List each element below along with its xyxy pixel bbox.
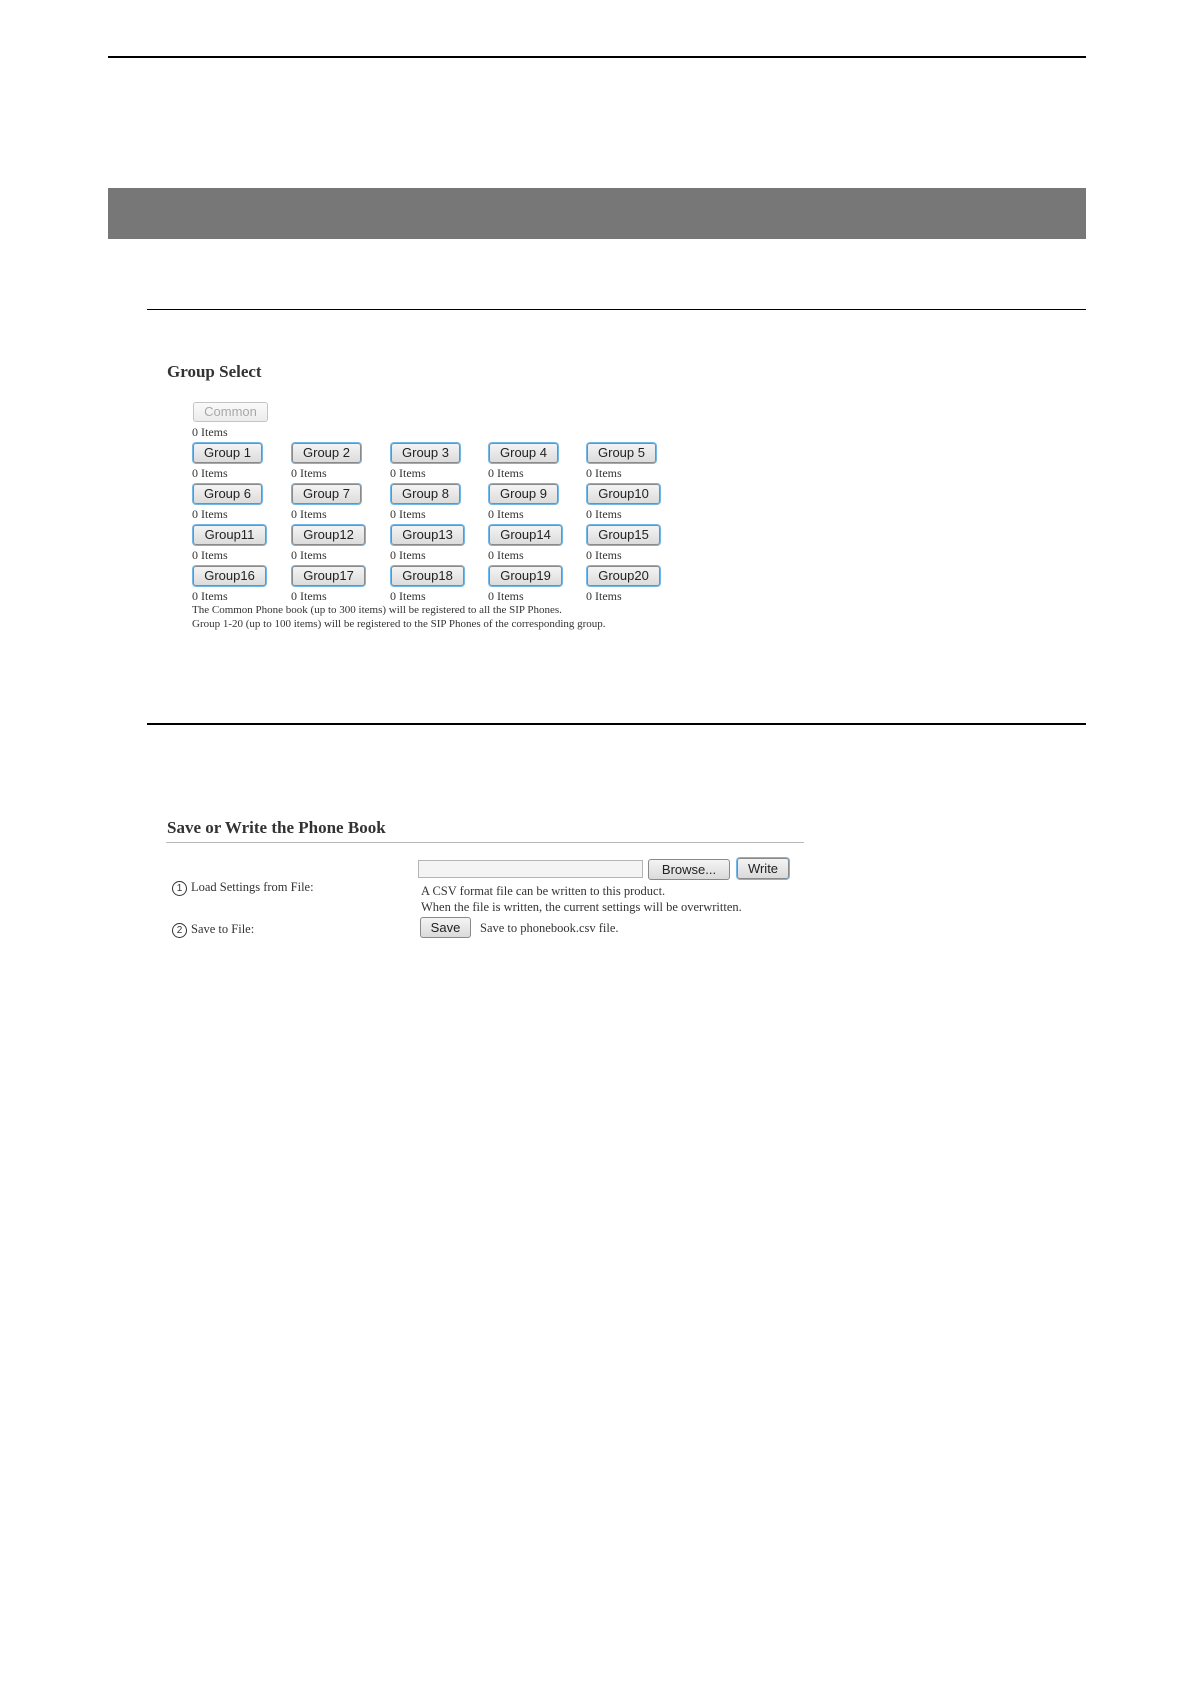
phone-book-title: Save or Write the Phone Book [167, 818, 386, 837]
common-count: 0 Items [192, 425, 228, 439]
page-top-rule [108, 56, 1086, 58]
browse-button[interactable]: Browse... [648, 859, 730, 880]
group-count-9: 0 Items [488, 507, 524, 521]
save-description: Save to phonebook.csv file. [480, 921, 619, 935]
group-count-13: 0 Items [390, 548, 426, 562]
group-count-11: 0 Items [192, 548, 228, 562]
group-count-4: 0 Items [488, 466, 524, 480]
group-button-16[interactable]: Group16 [193, 566, 266, 586]
load-settings-label: 1 Load Settings from File: [172, 880, 314, 896]
common-button[interactable]: Common [193, 402, 268, 422]
write-button[interactable]: Write [737, 858, 789, 879]
group-button-2[interactable]: Group 2 [292, 443, 361, 463]
group-count-7: 0 Items [291, 507, 327, 521]
group-count-6: 0 Items [192, 507, 228, 521]
save-button[interactable]: Save [420, 917, 471, 938]
load-description-1: A CSV format file can be written to this… [421, 884, 666, 898]
group-button-19[interactable]: Group19 [489, 566, 562, 586]
group-count-2: 0 Items [291, 466, 327, 480]
save-to-file-label: 2 Save to File: [172, 922, 254, 938]
group-count-17: 0 Items [291, 589, 327, 603]
group-note: Group 1-20 (up to 100 items) will be reg… [192, 618, 606, 630]
group-count-10: 0 Items [586, 507, 622, 521]
group-button-5[interactable]: Group 5 [587, 443, 656, 463]
common-note: The Common Phone book (up to 300 items) … [192, 604, 562, 616]
file-path-input[interactable] [418, 860, 643, 878]
group-button-7[interactable]: Group 7 [292, 484, 361, 504]
group-button-11[interactable]: Group11 [193, 525, 266, 545]
group-count-18: 0 Items [390, 589, 426, 603]
section-header-bar [108, 188, 1086, 239]
group-button-17[interactable]: Group17 [292, 566, 365, 586]
group-count-15: 0 Items [586, 548, 622, 562]
group-count-20: 0 Items [586, 589, 622, 603]
group-button-3[interactable]: Group 3 [391, 443, 460, 463]
group-button-10[interactable]: Group10 [587, 484, 660, 504]
group-button-8[interactable]: Group 8 [391, 484, 460, 504]
group-count-19: 0 Items [488, 589, 524, 603]
group-count-14: 0 Items [488, 548, 524, 562]
step-number-2: 2 [172, 923, 187, 938]
group-button-1[interactable]: Group 1 [193, 443, 262, 463]
save-to-file-text: Save to File: [191, 922, 255, 936]
section-rule-2 [147, 723, 1086, 725]
group-button-18[interactable]: Group18 [391, 566, 464, 586]
group-button-14[interactable]: Group14 [489, 525, 562, 545]
group-count-8: 0 Items [390, 507, 426, 521]
section-rule-1 [147, 309, 1086, 310]
step-number-1: 1 [172, 881, 187, 896]
load-description-2: When the file is written, the current se… [421, 900, 742, 914]
group-count-3: 0 Items [390, 466, 426, 480]
group-button-12[interactable]: Group12 [292, 525, 365, 545]
group-button-9[interactable]: Group 9 [489, 484, 558, 504]
group-button-4[interactable]: Group 4 [489, 443, 558, 463]
group-button-6[interactable]: Group 6 [193, 484, 262, 504]
phone-book-title-rule [166, 842, 804, 843]
group-count-1: 0 Items [192, 466, 228, 480]
group-count-5: 0 Items [586, 466, 622, 480]
group-button-20[interactable]: Group20 [587, 566, 660, 586]
group-button-15[interactable]: Group15 [587, 525, 660, 545]
load-settings-text: Load Settings from File: [191, 880, 314, 894]
group-count-12: 0 Items [291, 548, 327, 562]
group-count-16: 0 Items [192, 589, 228, 603]
group-button-13[interactable]: Group13 [391, 525, 464, 545]
group-select-title: Group Select [167, 362, 262, 381]
